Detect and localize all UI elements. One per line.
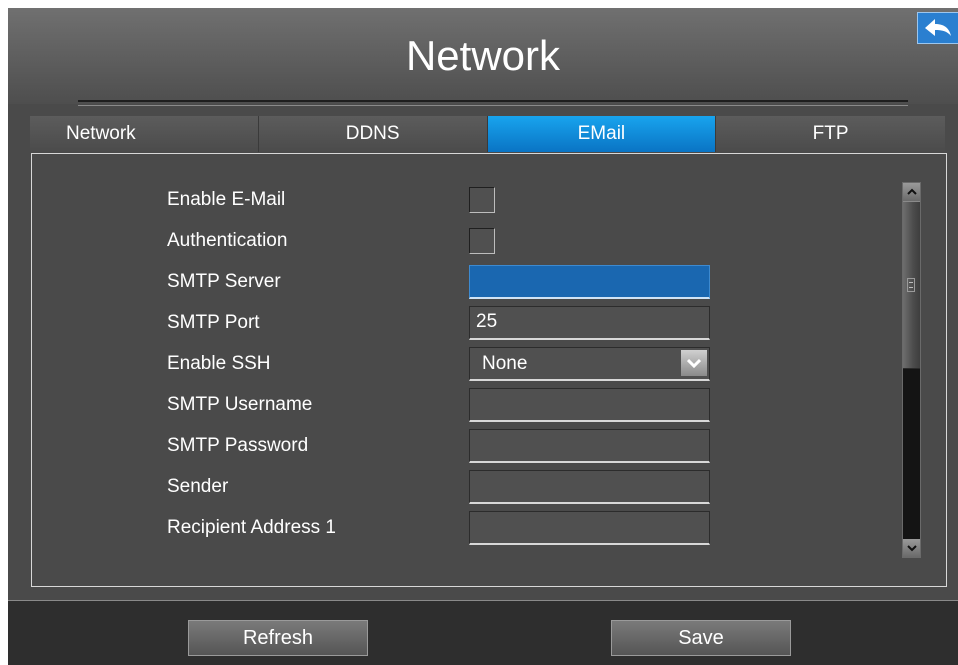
vertical-scrollbar[interactable] bbox=[902, 182, 921, 558]
enable-email-row: Enable E-Mail bbox=[32, 183, 912, 217]
sender-row: Sender bbox=[32, 470, 912, 504]
tab-network[interactable]: Network bbox=[30, 116, 259, 152]
refresh-button[interactable]: Refresh bbox=[188, 620, 368, 656]
back-button[interactable] bbox=[917, 12, 958, 44]
tab-ftp[interactable]: FTP bbox=[716, 116, 945, 152]
enable-ssh-select[interactable]: None bbox=[469, 347, 710, 381]
recipient-1-row: Recipient Address 1 bbox=[32, 511, 912, 545]
smtp-password-label: SMTP Password bbox=[167, 435, 309, 456]
sender-input[interactable] bbox=[469, 470, 710, 504]
enable-ssh-row: Enable SSH None bbox=[32, 347, 912, 381]
chevron-up-icon bbox=[906, 188, 917, 195]
recipient-1-input[interactable] bbox=[469, 511, 710, 545]
authentication-row: Authentication bbox=[32, 224, 912, 258]
footer-bar: Refresh Save bbox=[8, 600, 958, 665]
tab-ddns[interactable]: DDNS bbox=[258, 116, 488, 152]
sender-label: Sender bbox=[167, 476, 229, 497]
smtp-server-label: SMTP Server bbox=[167, 271, 281, 292]
recipient-1-label: Recipient Address 1 bbox=[167, 517, 336, 538]
smtp-port-row: SMTP Port 25 bbox=[32, 306, 912, 340]
smtp-username-row: SMTP Username bbox=[32, 388, 912, 422]
tab-email[interactable]: EMail bbox=[487, 116, 717, 152]
back-arrow-icon bbox=[925, 19, 951, 36]
smtp-port-label: SMTP Port bbox=[167, 312, 260, 333]
page-title: Network bbox=[405, 32, 561, 79]
smtp-password-row: SMTP Password bbox=[32, 429, 912, 463]
smtp-port-input[interactable]: 25 bbox=[469, 306, 710, 340]
smtp-username-input[interactable] bbox=[469, 388, 710, 422]
chevron-down-icon[interactable] bbox=[681, 350, 707, 376]
network-settings-window: Network Network DDNS EMail FTP Enable E-… bbox=[8, 8, 958, 665]
grip-icon bbox=[907, 278, 915, 292]
smtp-server-row: SMTP Server bbox=[32, 265, 912, 299]
enable-ssh-value: None bbox=[482, 353, 528, 374]
authentication-checkbox[interactable] bbox=[469, 228, 495, 254]
tab-label: EMail bbox=[577, 123, 626, 144]
tab-bar: Network DDNS EMail FTP bbox=[30, 116, 945, 152]
tab-label: Network bbox=[66, 123, 136, 144]
enable-ssh-label: Enable SSH bbox=[167, 353, 271, 374]
enable-email-checkbox[interactable] bbox=[469, 187, 495, 213]
scroll-thumb[interactable] bbox=[903, 201, 920, 369]
title-bar: Network bbox=[8, 8, 958, 106]
smtp-username-label: SMTP Username bbox=[167, 394, 313, 415]
scroll-up-button[interactable] bbox=[903, 183, 920, 201]
smtp-server-input[interactable] bbox=[469, 265, 710, 299]
tab-label: DDNS bbox=[345, 123, 400, 144]
authentication-label: Authentication bbox=[167, 230, 288, 251]
email-settings-panel: Enable E-Mail Authentication SMTP Server… bbox=[31, 153, 947, 587]
smtp-password-input[interactable] bbox=[469, 429, 710, 463]
title-divider bbox=[78, 100, 908, 106]
save-button[interactable]: Save bbox=[611, 620, 791, 656]
scroll-down-button[interactable] bbox=[903, 539, 920, 557]
tab-label: FTP bbox=[812, 123, 849, 144]
enable-email-label: Enable E-Mail bbox=[167, 189, 286, 210]
chevron-down-icon bbox=[906, 545, 917, 552]
